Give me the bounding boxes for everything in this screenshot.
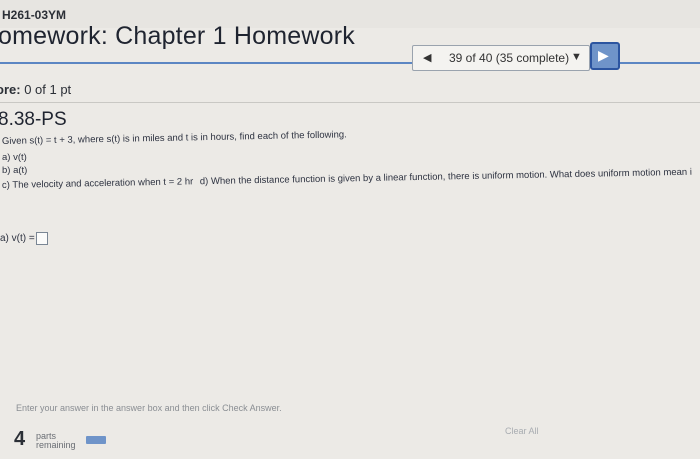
score-label: ore: (0, 82, 21, 97)
next-arrow-icon: ▶ (598, 47, 609, 63)
question-intro: Given s(t) = t + 3, where s(t) is in mil… (1, 129, 347, 147)
question-part-c: c) The velocity and acceleration when t … (2, 167, 692, 191)
parts-remaining-label: parts remaining (36, 432, 76, 450)
question-part-d-text: d) When the distance function is given b… (199, 166, 692, 188)
answer-row: a) v(t) = (0, 232, 48, 245)
score: ore: 0 of 1 pt (0, 82, 71, 97)
course-code: H261-03YM (2, 8, 67, 22)
page-title: omework: Chapter 1 Homework (0, 22, 355, 50)
question-list-dropdown-icon[interactable]: ▼ (571, 51, 582, 63)
parts-label-line-2: remaining (36, 440, 76, 450)
next-question-button[interactable]: ▶ (590, 42, 620, 70)
score-value: 0 of 1 pt (24, 82, 72, 97)
clear-all-button[interactable]: Clear All (505, 426, 539, 436)
answer-label: a) v(t) = (0, 233, 35, 245)
section-divider (0, 102, 700, 103)
question-part-c-text: c) The velocity and acceleration when t … (1, 176, 194, 191)
question-part-a: a) v(t) (2, 152, 27, 163)
parts-remaining-count: 4 (14, 428, 26, 450)
question-id: 8.38-PS (0, 109, 67, 130)
question-progress: 39 of 40 (35 complete) (449, 51, 570, 65)
question-part-b: b) a(t) (2, 165, 28, 176)
instruction-text: Enter your answer in the answer box and … (16, 403, 282, 413)
parts-progress-bar (86, 436, 106, 444)
answer-input[interactable] (35, 232, 48, 245)
question-navigator: ◀ 39 of 40 (35 complete) ▼ (412, 45, 590, 71)
previous-question-icon[interactable]: ◀ (423, 51, 431, 64)
